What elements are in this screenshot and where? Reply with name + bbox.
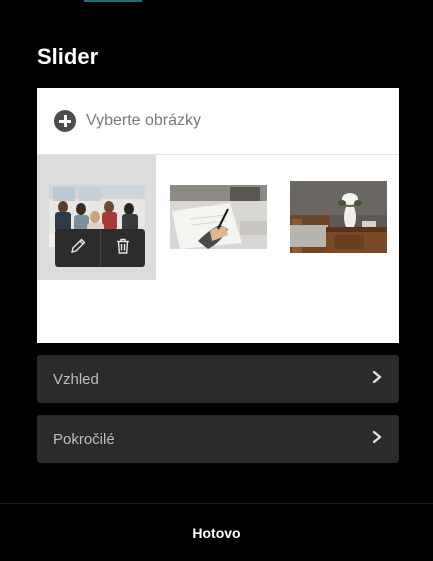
chevron-right-icon <box>371 370 383 389</box>
thumbnail-list <box>37 155 399 342</box>
chevron-right-icon <box>371 430 383 449</box>
dialog-title: Slider <box>37 44 99 69</box>
section-appearance-label: Vzhled <box>53 370 99 388</box>
section-advanced[interactable]: Pokročilé <box>37 415 399 463</box>
delete-image-button[interactable] <box>100 229 145 267</box>
thumbnail-vase-bedroom[interactable] <box>290 181 387 253</box>
select-images-label: Vyberte obrázky <box>86 112 202 129</box>
select-images-button[interactable]: Vyberte obrázky <box>37 88 399 155</box>
image-gallery-panel: Vyberte obrázky <box>37 88 399 343</box>
edit-image-button[interactable] <box>55 229 100 267</box>
plus-circle-icon <box>54 110 76 132</box>
image-toolbar <box>55 229 145 267</box>
trash-icon <box>114 237 132 260</box>
section-appearance[interactable]: Vzhled <box>37 355 399 403</box>
top-accent-bar <box>84 0 142 2</box>
pencil-icon <box>69 237 87 260</box>
done-button[interactable]: Hotovo <box>0 504 433 561</box>
section-advanced-label: Pokročilé <box>53 430 115 448</box>
thumbnail-hand-writing[interactable] <box>170 185 267 249</box>
